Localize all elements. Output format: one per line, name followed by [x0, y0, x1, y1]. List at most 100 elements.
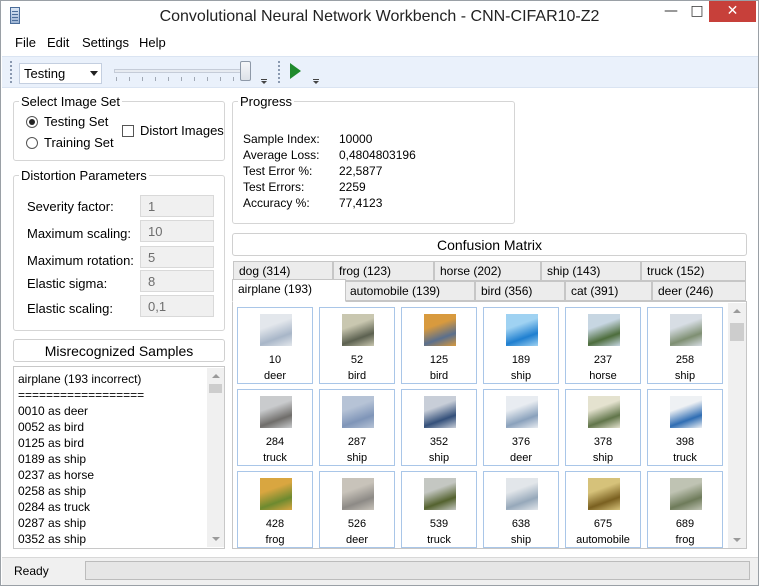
- sample-label: deer: [345, 534, 369, 546]
- sample-cell[interactable]: 52 bird: [319, 307, 395, 384]
- maximum-rotation-field[interactable]: 5: [140, 246, 214, 268]
- list-item[interactable]: 0287 as ship: [18, 516, 86, 530]
- list-item[interactable]: 0125 as bird: [18, 436, 84, 450]
- test-errors-value: 2259: [339, 180, 366, 194]
- minimize-button[interactable]: —: [657, 1, 685, 22]
- slider-thumb[interactable]: [240, 61, 251, 81]
- toolbar: Testing: [2, 56, 758, 88]
- confusion-matrix-header: Confusion Matrix: [232, 233, 747, 256]
- gallery-scroll-thumb[interactable]: [730, 323, 744, 341]
- tab-ship[interactable]: ship (143): [541, 261, 641, 281]
- sample-thumbnail: [588, 314, 620, 346]
- tab-dog[interactable]: dog (314): [233, 261, 333, 281]
- tab-truck[interactable]: truck (152): [641, 261, 746, 281]
- toolbar-grip[interactable]: [10, 61, 12, 85]
- list-item[interactable]: 0258 as ship: [18, 484, 86, 498]
- progress-legend: Progress: [240, 94, 293, 109]
- play-icon[interactable]: [290, 63, 301, 79]
- sample-cell[interactable]: 284 truck: [237, 389, 313, 466]
- sample-thumbnail: [424, 478, 456, 510]
- status-progress-bar: [85, 561, 750, 580]
- scroll-up-icon[interactable]: [733, 309, 741, 313]
- sample-thumbnail: [588, 396, 620, 428]
- list-item[interactable]: 0352 as ship: [18, 532, 86, 546]
- title-bar[interactable]: Convolutional Neural Network Workbench -…: [1, 1, 758, 31]
- sample-cell[interactable]: 376 deer: [483, 389, 559, 466]
- maximize-button[interactable]: □: [685, 1, 709, 22]
- sample-label: ship: [510, 370, 532, 382]
- list-item[interactable]: 0010 as deer: [18, 404, 88, 418]
- list-scroll-thumb[interactable]: [209, 384, 222, 393]
- severity-factor-field[interactable]: 1: [140, 195, 214, 217]
- sample-cell[interactable]: 189 ship: [483, 307, 559, 384]
- sample-cell[interactable]: 428 frog: [237, 471, 313, 548]
- sample-cell[interactable]: 258 ship: [647, 307, 723, 384]
- tab-airplane[interactable]: airplane (193): [232, 279, 346, 302]
- close-button[interactable]: ✕: [709, 1, 756, 22]
- sample-index: 237: [593, 354, 613, 366]
- list-item[interactable]: 0284 as truck: [18, 500, 90, 514]
- sample-label: bird: [347, 370, 367, 382]
- sample-label: truck: [263, 452, 287, 464]
- list-item[interactable]: ==================: [18, 388, 144, 402]
- sample-cell[interactable]: 526 deer: [319, 471, 395, 548]
- list-item[interactable]: 0237 as horse: [18, 468, 94, 482]
- image-set-legend: Select Image Set: [21, 94, 120, 109]
- menu-settings[interactable]: Settings: [82, 35, 129, 50]
- tab-cat[interactable]: cat (391): [565, 281, 652, 301]
- toolbar-overflow-icon[interactable]: [260, 79, 268, 85]
- misrecognized-list[interactable]: airplane (193 incorrect) ===============…: [13, 366, 225, 549]
- scroll-up-icon[interactable]: [211, 374, 220, 378]
- slider-track[interactable]: [114, 69, 250, 73]
- average-loss-label: Average Loss:: [243, 148, 320, 162]
- sample-index: 125: [429, 354, 449, 366]
- list-scrollbar[interactable]: [207, 368, 224, 547]
- tab-automobile[interactable]: automobile (139): [344, 281, 475, 301]
- tab-deer[interactable]: deer (246): [652, 281, 746, 301]
- sample-index: 675: [593, 518, 613, 530]
- distort-images-label: Distort Images: [140, 123, 224, 138]
- sample-cell[interactable]: 10 deer: [237, 307, 313, 384]
- sample-label: truck: [427, 534, 451, 546]
- sample-cell[interactable]: 125 bird: [401, 307, 477, 384]
- sample-cell[interactable]: 638 ship: [483, 471, 559, 548]
- test-error-pct-label: Test Error %:: [243, 164, 313, 178]
- menu-help[interactable]: Help: [139, 35, 166, 50]
- sample-thumbnail: [424, 314, 456, 346]
- accuracy-value: 77,4123: [339, 196, 383, 210]
- sample-cell[interactable]: 539 truck: [401, 471, 477, 548]
- tab-horse[interactable]: horse (202): [434, 261, 541, 281]
- maximum-scaling-field[interactable]: 10: [140, 220, 214, 242]
- gallery-scrollbar[interactable]: [728, 303, 746, 548]
- sample-thumbnail: [342, 314, 374, 346]
- sample-cell[interactable]: 398 truck: [647, 389, 723, 466]
- sample-cell[interactable]: 237 horse: [565, 307, 641, 384]
- sample-cell[interactable]: 378 ship: [565, 389, 641, 466]
- maximum-scaling-label: Maximum scaling:: [27, 226, 132, 241]
- sample-thumbnail: [342, 396, 374, 428]
- sample-cell[interactable]: 675 automobile: [565, 471, 641, 548]
- sample-cell[interactable]: 352 ship: [401, 389, 477, 466]
- status-text: Ready: [14, 564, 49, 578]
- sample-cell[interactable]: 689 frog: [647, 471, 723, 548]
- mode-value: Testing: [24, 66, 66, 81]
- sample-label: truck: [673, 452, 697, 464]
- scroll-down-icon[interactable]: [211, 537, 220, 541]
- menu-edit[interactable]: Edit: [47, 35, 69, 50]
- elastic-scaling-field[interactable]: 0,1: [140, 295, 214, 317]
- scroll-down-icon[interactable]: [733, 538, 741, 542]
- sample-cell[interactable]: 287 ship: [319, 389, 395, 466]
- elastic-sigma-field[interactable]: 8: [140, 270, 214, 292]
- menu-file[interactable]: File: [15, 35, 36, 50]
- list-item[interactable]: 0052 as bird: [18, 420, 84, 434]
- mode-combobox[interactable]: Testing: [19, 63, 102, 84]
- tab-frog[interactable]: frog (123): [333, 261, 434, 281]
- list-item[interactable]: airplane (193 incorrect): [18, 372, 141, 386]
- toolbar-grip-2[interactable]: [278, 61, 280, 85]
- list-item[interactable]: 0189 as ship: [18, 452, 86, 466]
- maximum-rotation-label: Maximum rotation:: [27, 253, 134, 268]
- sample-label: deer: [263, 370, 287, 382]
- toolbar-overflow-icon-2[interactable]: [312, 79, 320, 85]
- tab-bird[interactable]: bird (356): [475, 281, 565, 301]
- sample-index: 287: [347, 436, 367, 448]
